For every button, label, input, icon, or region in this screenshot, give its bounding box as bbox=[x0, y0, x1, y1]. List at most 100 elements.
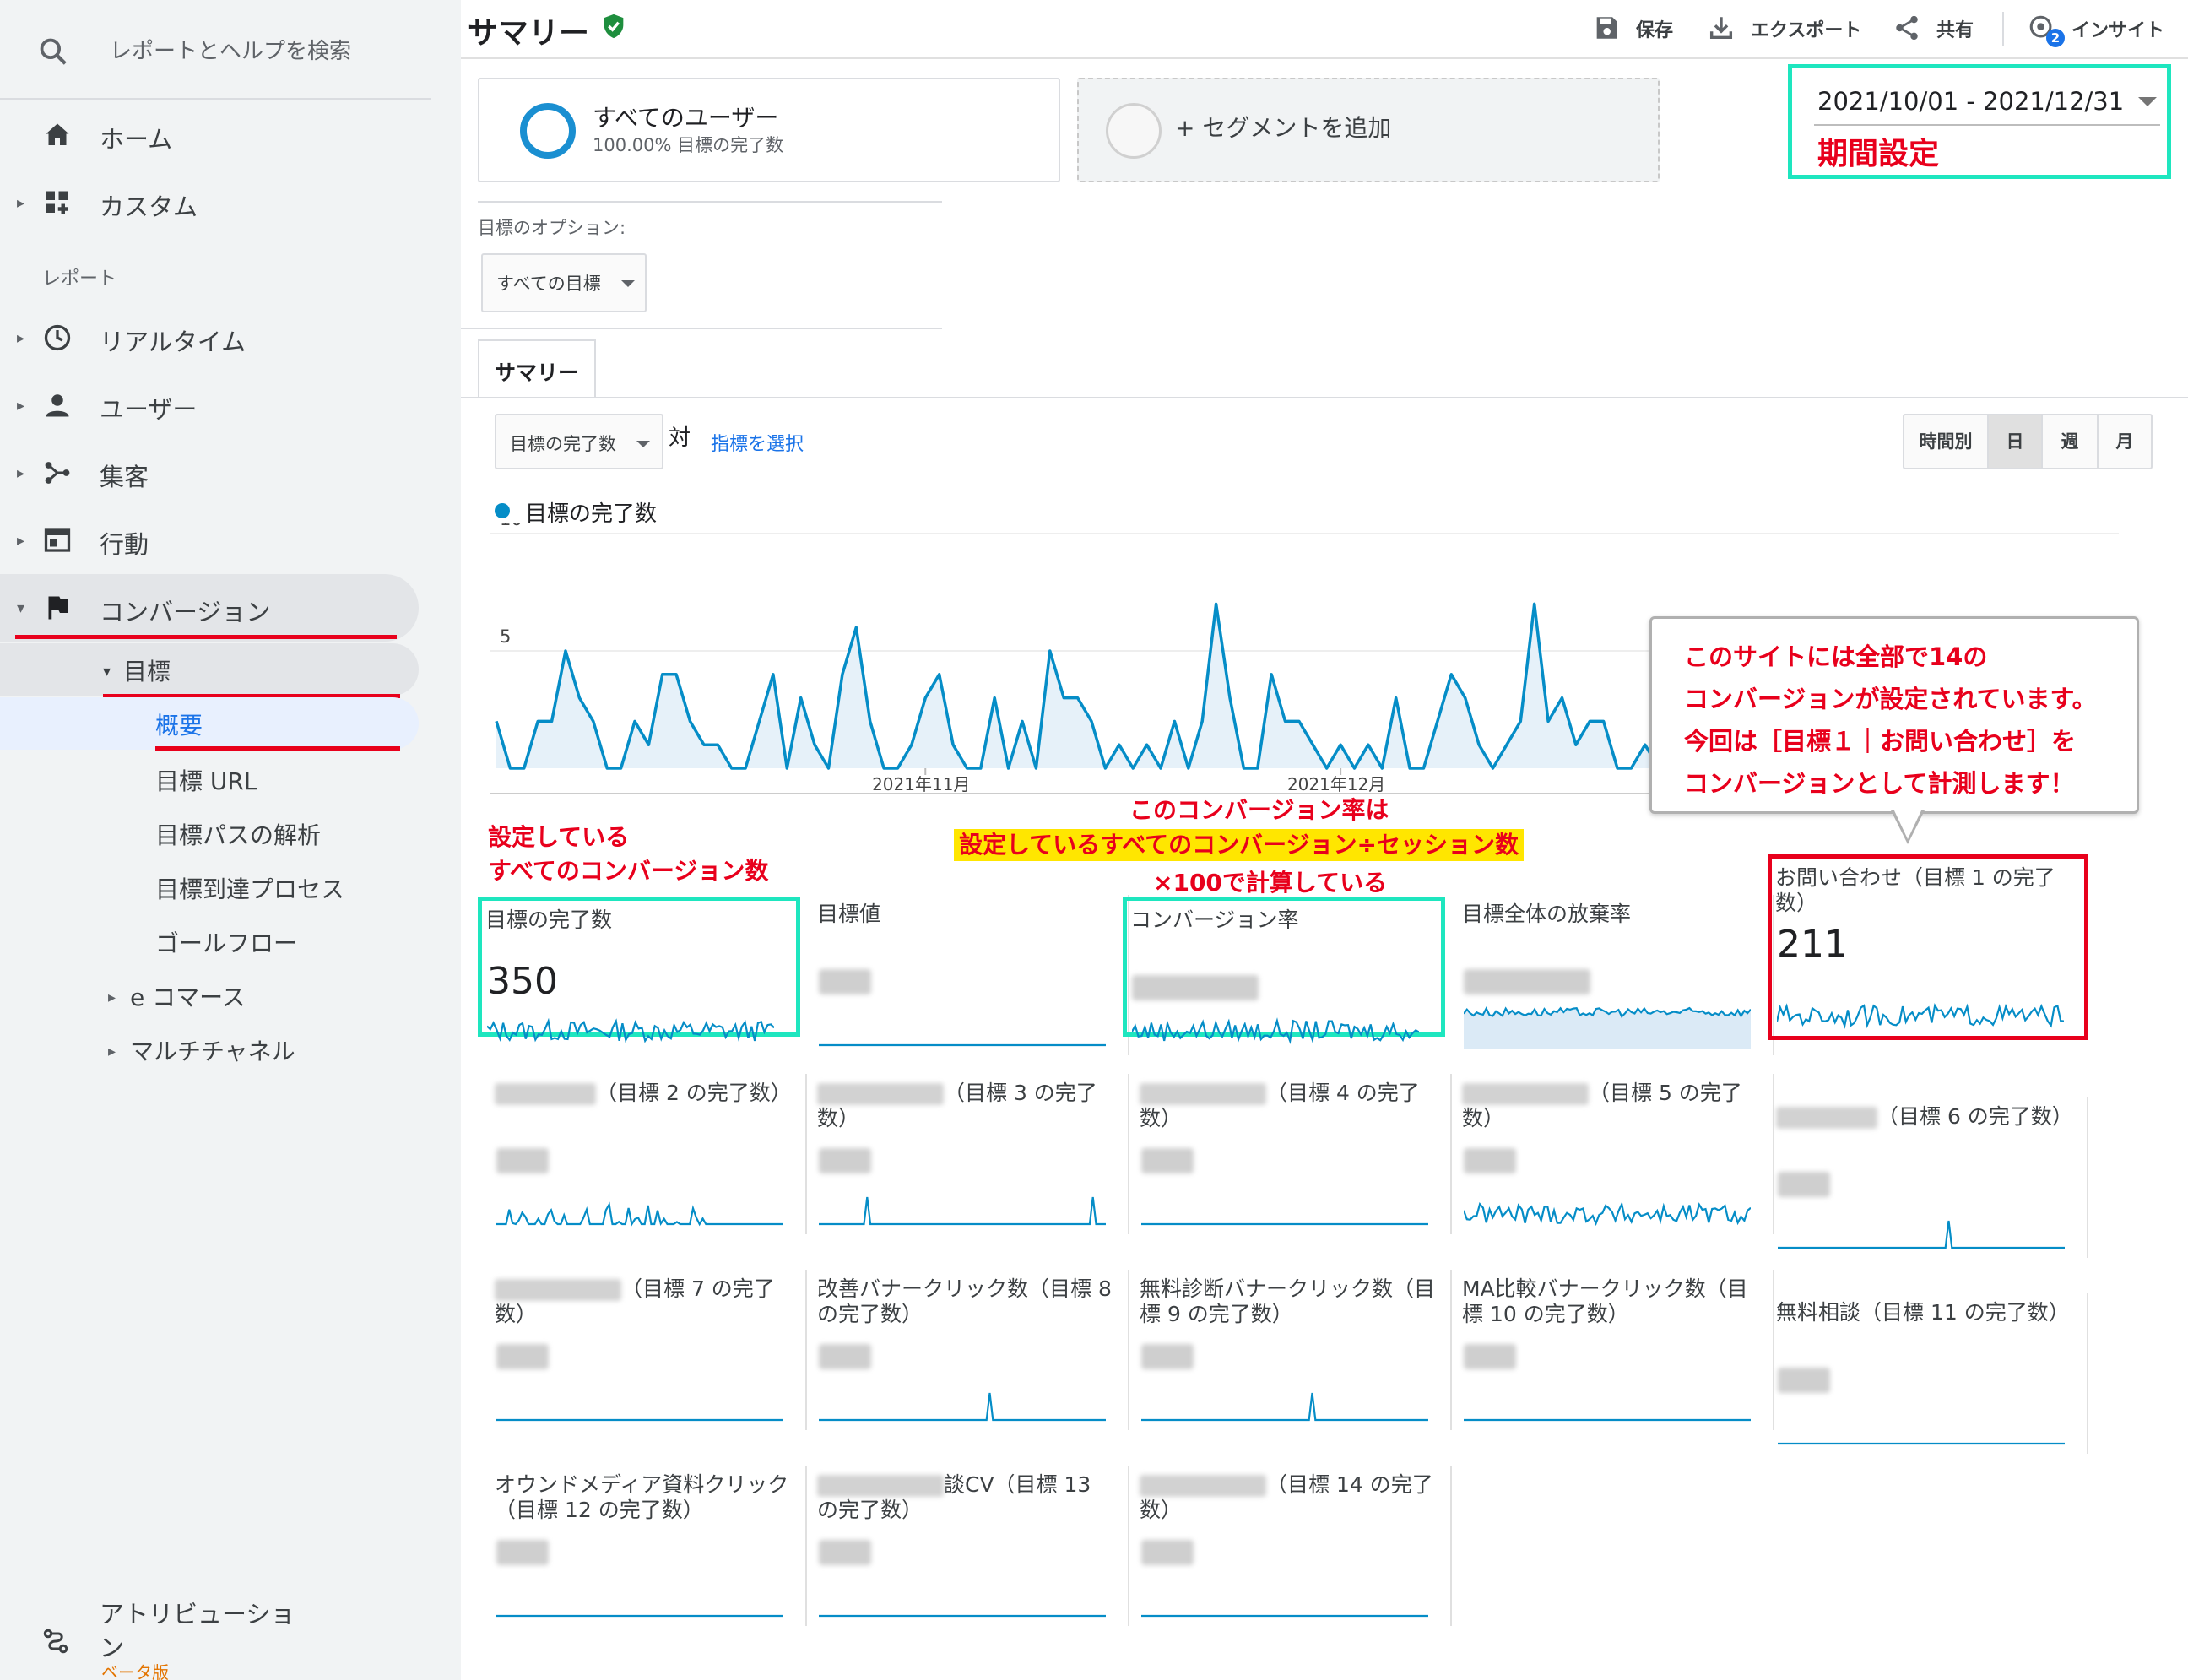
scorecard[interactable]: MA比較バナークリック数（目標 10 の完了数） bbox=[1459, 1270, 1774, 1450]
sidebar-item-goal-url[interactable]: 目標 URL bbox=[155, 763, 257, 812]
save-button[interactable]: 保存 bbox=[1592, 14, 1693, 44]
sidebar-item-custom[interactable]: ▸ カスタム bbox=[0, 172, 422, 233]
period-week-button[interactable]: 週 bbox=[2043, 415, 2099, 468]
sidebar-item-users[interactable]: ▸ ユーザー bbox=[0, 375, 422, 436]
scorecard[interactable]: 改善バナークリック数（目標 8 の完了数） bbox=[814, 1270, 1129, 1450]
scorecard[interactable]: 目標の完了数 350 bbox=[478, 897, 800, 1043]
redacted-value bbox=[1132, 975, 1259, 1000]
sidebar-item-label: 目標 bbox=[122, 658, 171, 686]
scorecard-title: 談CV（目標 13 の完了数） bbox=[817, 1472, 1091, 1522]
redacted-text bbox=[817, 1475, 944, 1497]
sparkline bbox=[1464, 1418, 1751, 1422]
sparkline-area bbox=[1464, 1008, 1751, 1049]
scorecard[interactable]: （目標 7 の完了数） bbox=[491, 1270, 807, 1450]
card-divider bbox=[1128, 1074, 1129, 1234]
caret-right-icon: ▸ bbox=[17, 329, 25, 347]
sidebar-item-realtime[interactable]: ▸ リアルタイム bbox=[0, 307, 422, 368]
flag-icon bbox=[48, 596, 68, 620]
annotation-underline bbox=[155, 746, 400, 751]
period-month-button[interactable]: 月 bbox=[2099, 415, 2151, 468]
segment-empty-ring-icon bbox=[1106, 103, 1162, 159]
search-bar[interactable]: レポートとヘルプを検索 bbox=[0, 0, 431, 100]
download-icon bbox=[1709, 17, 1733, 40]
period-hourly-button[interactable]: 時間別 bbox=[1904, 415, 1989, 468]
sidebar-item-acquisition[interactable]: ▸ 集客 bbox=[0, 442, 422, 503]
scorecard[interactable]: 談CV（目標 13 の完了数） bbox=[814, 1466, 1129, 1646]
scorecard[interactable]: 目標全体の放棄率 bbox=[1459, 895, 1774, 1076]
redacted-value bbox=[496, 1344, 549, 1369]
card-divider bbox=[1450, 1270, 1452, 1430]
scorecard-title: （目標 14 の完了数） bbox=[1140, 1472, 1433, 1522]
scorecard[interactable]: オウンドメディア資料クリック（目標 12 の完了数） bbox=[491, 1466, 807, 1646]
sparkline-line bbox=[487, 1017, 774, 1043]
page-title: サマリー bbox=[468, 16, 590, 51]
redacted-value bbox=[1464, 1344, 1516, 1369]
scorecard[interactable]: （目標 5 の完了数） bbox=[1459, 1074, 1774, 1255]
sidebar-item-funnel[interactable]: 目標到達プロセス bbox=[155, 871, 344, 920]
sparkline bbox=[1464, 1200, 1751, 1227]
sidebar-item-label: ユーザー bbox=[100, 395, 198, 424]
redacted-value bbox=[1778, 1172, 1830, 1197]
sidebar-item-goal-path[interactable]: 目標パスの解析 bbox=[155, 817, 321, 866]
chevron-down-icon bbox=[621, 280, 635, 287]
scorecard[interactable]: （目標 4 の完了数） bbox=[1136, 1074, 1452, 1255]
redacted-value bbox=[496, 1540, 549, 1565]
redacted-value bbox=[819, 969, 871, 994]
card-divider bbox=[805, 1270, 807, 1430]
sparkline bbox=[1778, 1442, 2065, 1445]
scorecard-title: 目標の完了数 bbox=[485, 908, 613, 932]
scorecard[interactable]: （目標 3 の完了数） bbox=[814, 1074, 1129, 1255]
redacted-value bbox=[819, 1540, 871, 1565]
scorecard-title: お問い合わせ（目標 1 の完了数） bbox=[1775, 865, 2055, 915]
goal-select[interactable]: すべての目標 bbox=[481, 253, 647, 312]
annotation-rate-2: 設定しているすべてのコンバージョン÷セッション数 bbox=[954, 829, 1524, 861]
sidebar-item-goal-flow[interactable]: ゴールフロー bbox=[155, 925, 297, 974]
insight-count-badge: 2 bbox=[2046, 29, 2065, 47]
card-divider bbox=[2087, 1097, 2088, 1258]
card-divider bbox=[805, 1074, 807, 1234]
export-button[interactable]: エクスポート bbox=[1707, 14, 1884, 44]
add-segment-button[interactable]: + セグメントを追加 bbox=[1077, 78, 1660, 182]
card-divider bbox=[805, 1466, 807, 1626]
scorecard[interactable]: （目標 14 の完了数） bbox=[1136, 1466, 1452, 1646]
select-metric-link[interactable]: 指標を選択 bbox=[711, 429, 804, 456]
scorecard[interactable]: 無料診断バナークリック数（目標 9 の完了数） bbox=[1136, 1270, 1452, 1450]
caret-right-icon: ▸ bbox=[17, 532, 25, 550]
insight-button[interactable]: インサイト 2 bbox=[2028, 14, 2180, 47]
sparkline bbox=[819, 1614, 1106, 1618]
scorecard-title: 目標全体の放棄率 bbox=[1462, 902, 1632, 926]
sparkline-line bbox=[1778, 1220, 2065, 1249]
scorecard[interactable]: （目標 6 の完了数） bbox=[1773, 1097, 2088, 1278]
sidebar-item-home[interactable]: ホーム bbox=[0, 105, 422, 165]
scorecard[interactable]: 目標値 bbox=[814, 895, 1129, 1076]
sidebar-item-ecommerce[interactable]: ▸ e コマース bbox=[108, 979, 246, 1028]
tab-summary[interactable]: サマリー bbox=[478, 339, 596, 398]
card-divider bbox=[2087, 1293, 2088, 1454]
scorecard-value: 350 bbox=[487, 960, 558, 1003]
sidebar-item-behavior[interactable]: ▸ 行動 bbox=[0, 510, 422, 571]
sidebar-item-multichannel[interactable]: ▸ マルチチャネル bbox=[108, 1033, 295, 1082]
scorecard-title: （目標 3 の完了数） bbox=[817, 1081, 1097, 1130]
metric-select[interactable]: 目標の完了数 bbox=[495, 414, 663, 469]
divider bbox=[461, 397, 2188, 398]
sidebar-item-label: 行動 bbox=[100, 530, 149, 559]
period-day-button[interactable]: 日 bbox=[1989, 415, 2043, 468]
annotation-underline bbox=[15, 635, 397, 639]
caret-right-icon: ▸ bbox=[108, 989, 116, 1006]
scorecard[interactable]: お問い合わせ（目標 1 の完了数） 211 bbox=[1768, 854, 2088, 1040]
chevron-down-icon bbox=[2138, 97, 2157, 106]
scorecard[interactable]: 無料相談（目標 11 の完了数） bbox=[1773, 1293, 2088, 1474]
sidebar-item-attribution[interactable]: アトリビューション bbox=[0, 1587, 338, 1672]
scorecard-title: （目標 4 の完了数） bbox=[1140, 1081, 1420, 1130]
callout-text: このサイトには全部で14の コンバージョンが設定されています。 今回は［目標１｜… bbox=[1684, 642, 2097, 798]
save-icon bbox=[1596, 17, 1617, 39]
share-button[interactable]: 共有 bbox=[1893, 14, 1985, 44]
sparkline bbox=[487, 1017, 774, 1043]
scorecard-title: （目標 7 の完了数） bbox=[495, 1276, 775, 1326]
sidebar-item-conversions[interactable]: ▾ コンバージョン bbox=[0, 577, 422, 638]
scorecard[interactable]: コンバージョン率 bbox=[1123, 897, 1445, 1044]
segment-all-users[interactable]: すべてのユーザー 100.00% 目標の完了数 bbox=[478, 78, 1060, 182]
y-tick-label: 5 bbox=[500, 626, 511, 647]
scorecard[interactable]: （目標 2 の完了数） bbox=[491, 1074, 807, 1255]
sparkline-line bbox=[819, 1196, 1106, 1226]
